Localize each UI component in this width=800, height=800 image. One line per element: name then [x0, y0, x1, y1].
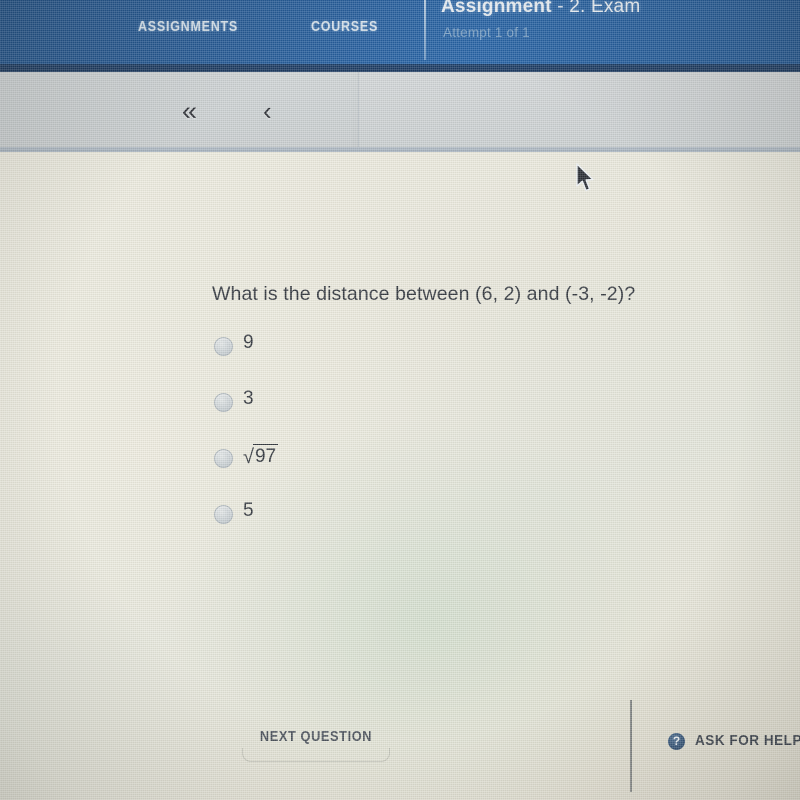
question-prompt: What is the distance between (6, 2) and …	[212, 283, 636, 305]
assignment-title-separator: -	[551, 0, 570, 17]
answer-option-radio[interactable]	[214, 449, 233, 468]
answer-option-row[interactable]: √97	[214, 442, 574, 498]
exam-screen: ASSIGNMENTS COURSES Assignment - 2. Exam…	[0, 0, 800, 800]
answer-option-label: 9	[243, 332, 254, 353]
next-question-label: NEXT QUESTION	[259, 729, 373, 745]
answer-option-row[interactable]: 5	[214, 498, 574, 554]
assignment-title-detail: 2. Exam	[569, 0, 641, 17]
answer-option-label: 5	[243, 500, 254, 521]
answer-option-row[interactable]: 3	[214, 386, 574, 442]
question-toolbar: « ‹	[0, 72, 800, 152]
help-question-mark-icon: ?	[668, 733, 685, 750]
answer-option-label: √97	[243, 444, 279, 469]
next-question-button[interactable]: NEXT QUESTION	[242, 722, 390, 762]
answer-option-row[interactable]: 9	[214, 330, 574, 386]
top-navigation-bar: ASSIGNMENTS COURSES Assignment - 2. Exam…	[0, 0, 800, 72]
answer-option-radio[interactable]	[214, 505, 233, 524]
footer-divider	[630, 700, 632, 792]
title-divider	[424, 0, 426, 60]
toolbar-panel-right	[358, 72, 800, 147]
attempt-label: Attempt 1 of 1	[443, 25, 530, 40]
assignment-title: Assignment - 2. Exam	[441, 0, 640, 18]
radicand-value: 97	[252, 444, 279, 467]
ask-for-help-label: ASK FOR HELP	[695, 732, 800, 749]
first-question-icon[interactable]: «	[182, 98, 197, 125]
answer-option-label: 3	[243, 388, 254, 409]
answer-options-list: 9 3 √97 5	[214, 330, 574, 554]
toolbar-panel-left: « ‹	[0, 72, 352, 147]
answer-option-radio[interactable]	[214, 337, 233, 356]
assignment-title-main: Assignment	[441, 0, 552, 17]
previous-question-icon[interactable]: ‹	[263, 98, 272, 124]
answer-option-radio[interactable]	[214, 393, 233, 412]
next-question-underline	[242, 748, 390, 762]
nav-link-assignments[interactable]: ASSIGNMENTS	[138, 19, 238, 35]
nav-link-courses[interactable]: COURSES	[311, 19, 378, 35]
